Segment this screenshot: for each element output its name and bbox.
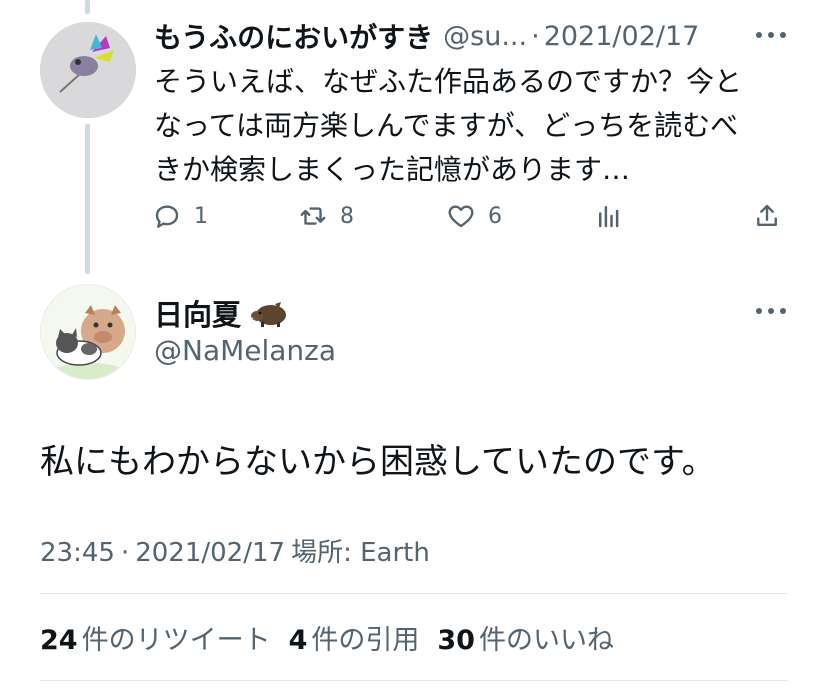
- reply-date[interactable]: 2021/02/17: [544, 21, 700, 52]
- tweet-meta: 23:45 · 2021/02/17 場所: Earth: [40, 532, 436, 569]
- divider-bottom: [40, 680, 788, 681]
- main-more-icon[interactable]: [756, 306, 786, 316]
- retweet-icon: [300, 207, 326, 225]
- analytics-icon: [599, 206, 619, 228]
- reply-action-bar: 1 8 6: [150, 196, 790, 236]
- main-display-name-text: 日向夏: [154, 298, 242, 332]
- thread-line-top: [85, 0, 90, 14]
- reply-separator: ·: [531, 20, 540, 52]
- like-button[interactable]: 6: [446, 196, 502, 236]
- reply-author-avatar[interactable]: [40, 22, 136, 118]
- thread-line: [85, 124, 90, 274]
- boar-and-cat-illustration-icon: [41, 285, 135, 379]
- quotes-label: 件の引用: [311, 625, 420, 656]
- likes-stat[interactable]: 30 件のいいね: [437, 618, 614, 657]
- boar-icon: [249, 302, 287, 327]
- reply-display-name[interactable]: もうふのにおいがすき: [154, 16, 433, 56]
- share-button[interactable]: [752, 196, 782, 236]
- reply-handle[interactable]: @su...: [443, 21, 527, 52]
- tweet-location[interactable]: 場所: Earth: [291, 538, 430, 568]
- main-author-avatar[interactable]: [40, 284, 136, 380]
- tweet-date[interactable]: 2021/02/17: [135, 538, 285, 568]
- comment-icon: [155, 205, 179, 228]
- retweets-number: 24: [40, 625, 78, 656]
- main-tweet-text: 私にもわからないから困惑していたのです。: [40, 442, 716, 482]
- like-count: 6: [488, 203, 502, 229]
- quotes-number: 4: [288, 625, 308, 656]
- retweets-stat[interactable]: 24 件のリツイート: [40, 618, 271, 657]
- retweet-button[interactable]: 8: [298, 196, 354, 236]
- analytics-button[interactable]: [594, 196, 624, 236]
- quotes-stat[interactable]: 4 件の引用: [289, 618, 420, 657]
- reply-button[interactable]: 1: [152, 196, 208, 236]
- meta-separator: ·: [120, 538, 130, 568]
- main-display-name[interactable]: 日向夏: [154, 292, 289, 334]
- cat-toy-mouse-icon: [40, 22, 136, 118]
- divider-top: [40, 593, 788, 594]
- retweet-count: 8: [340, 203, 354, 229]
- reply-header: もうふのにおいがすき @su... · 2021/02/17: [154, 16, 788, 56]
- main-handle[interactable]: @NaMelanza: [154, 334, 336, 367]
- reply-more-icon[interactable]: [756, 30, 786, 40]
- share-icon: [757, 204, 777, 226]
- heart-icon: [448, 205, 474, 228]
- engagement-stats: 24 件のリツイート 4 件の引用 30 件のいいね: [40, 618, 632, 657]
- likes-number: 30: [437, 625, 475, 656]
- likes-label: 件のいいね: [478, 625, 614, 656]
- reply-count: 1: [194, 203, 208, 229]
- tweet-time[interactable]: 23:45: [40, 538, 115, 568]
- reply-text: そういえば、なぜふた作品あるのですか？今となっては両方楽しんでますが、どっちを読…: [154, 65, 743, 186]
- retweets-label: 件のリツイート: [81, 625, 271, 656]
